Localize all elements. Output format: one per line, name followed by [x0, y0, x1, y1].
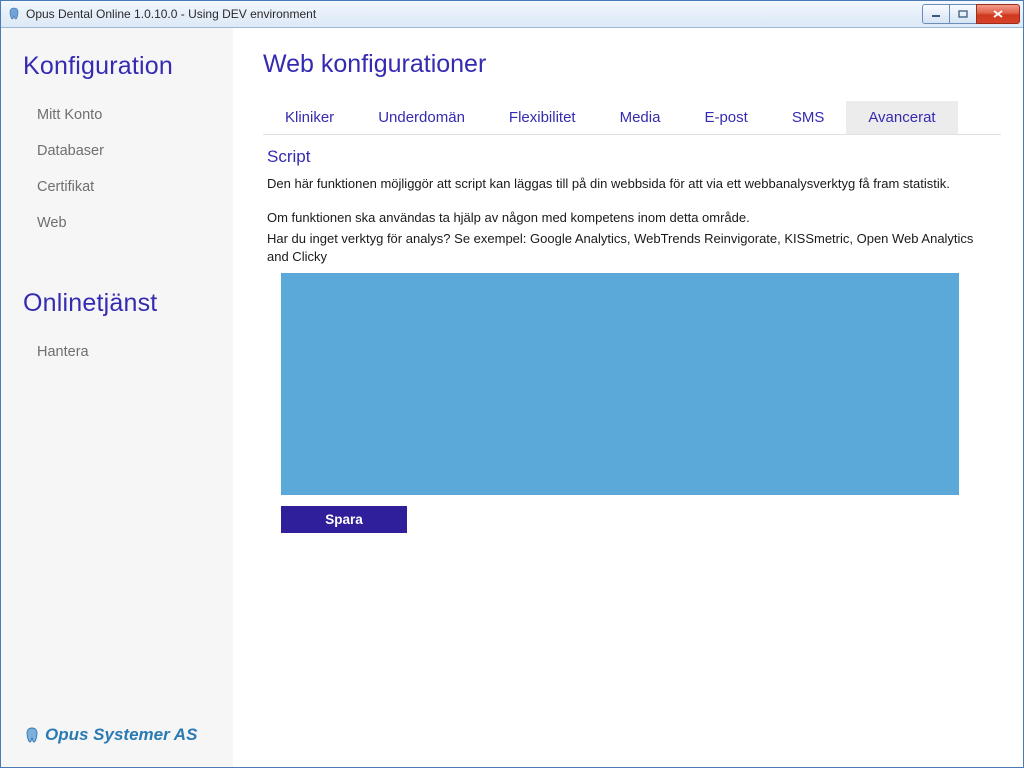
main-content: Web konfigurationer Kliniker Underdomän …	[233, 28, 1023, 767]
tab-bar: Kliniker Underdomän Flexibilitet Media E…	[263, 101, 1001, 135]
sidebar-heading: Konfiguration	[23, 52, 215, 81]
brand-icon	[23, 726, 41, 744]
tab-epost[interactable]: E-post	[682, 101, 769, 134]
sidebar-section-onlinetjanst: Onlinetjänst Hantera	[23, 289, 215, 370]
minimize-button[interactable]	[922, 4, 950, 24]
sidebar-item-web[interactable]: Web	[23, 205, 215, 241]
sidebar: Konfiguration Mitt Konto Databaser Certi…	[1, 28, 233, 767]
sidebar-item-databaser[interactable]: Databaser	[23, 133, 215, 169]
sidebar-section-konfiguration: Konfiguration Mitt Konto Databaser Certi…	[23, 52, 215, 241]
tab-kliniker[interactable]: Kliniker	[263, 101, 356, 134]
window-controls	[923, 4, 1020, 24]
tab-flexibilitet[interactable]: Flexibilitet	[487, 101, 598, 134]
close-button[interactable]	[976, 4, 1020, 24]
tab-sms[interactable]: SMS	[770, 101, 847, 134]
panel-description-3: Har du inget verktyg för analys? Se exem…	[263, 230, 1001, 269]
advanced-panel: Script Den här funktionen möjliggör att …	[263, 135, 1001, 533]
maximize-button[interactable]	[949, 4, 977, 24]
script-input[interactable]	[281, 273, 959, 495]
tab-avancerat[interactable]: Avancerat	[846, 101, 957, 134]
panel-heading: Script	[263, 141, 1001, 175]
minimize-icon	[931, 10, 941, 18]
window-title: Opus Dental Online 1.0.10.0 - Using DEV …	[26, 7, 316, 21]
sidebar-item-hantera[interactable]: Hantera	[23, 334, 215, 370]
close-icon	[992, 9, 1004, 19]
save-button[interactable]: Spara	[281, 506, 407, 533]
panel-description-2: Om funktionen ska användas ta hjälp av n…	[263, 209, 1001, 231]
app-icon	[7, 7, 21, 21]
brand-text: Opus Systemer AS	[45, 725, 197, 745]
maximize-icon	[958, 10, 968, 18]
brand: Opus Systemer AS	[23, 725, 215, 757]
sidebar-item-certifikat[interactable]: Certifikat	[23, 169, 215, 205]
tab-underdoman[interactable]: Underdomän	[356, 101, 487, 134]
tab-media[interactable]: Media	[598, 101, 683, 134]
panel-description-1: Den här funktionen möjliggör att script …	[263, 175, 1001, 197]
sidebar-heading: Onlinetjänst	[23, 289, 215, 318]
window-titlebar: Opus Dental Online 1.0.10.0 - Using DEV …	[1, 1, 1023, 28]
page-title: Web konfigurationer	[263, 50, 1001, 79]
sidebar-item-mitt-konto[interactable]: Mitt Konto	[23, 97, 215, 133]
